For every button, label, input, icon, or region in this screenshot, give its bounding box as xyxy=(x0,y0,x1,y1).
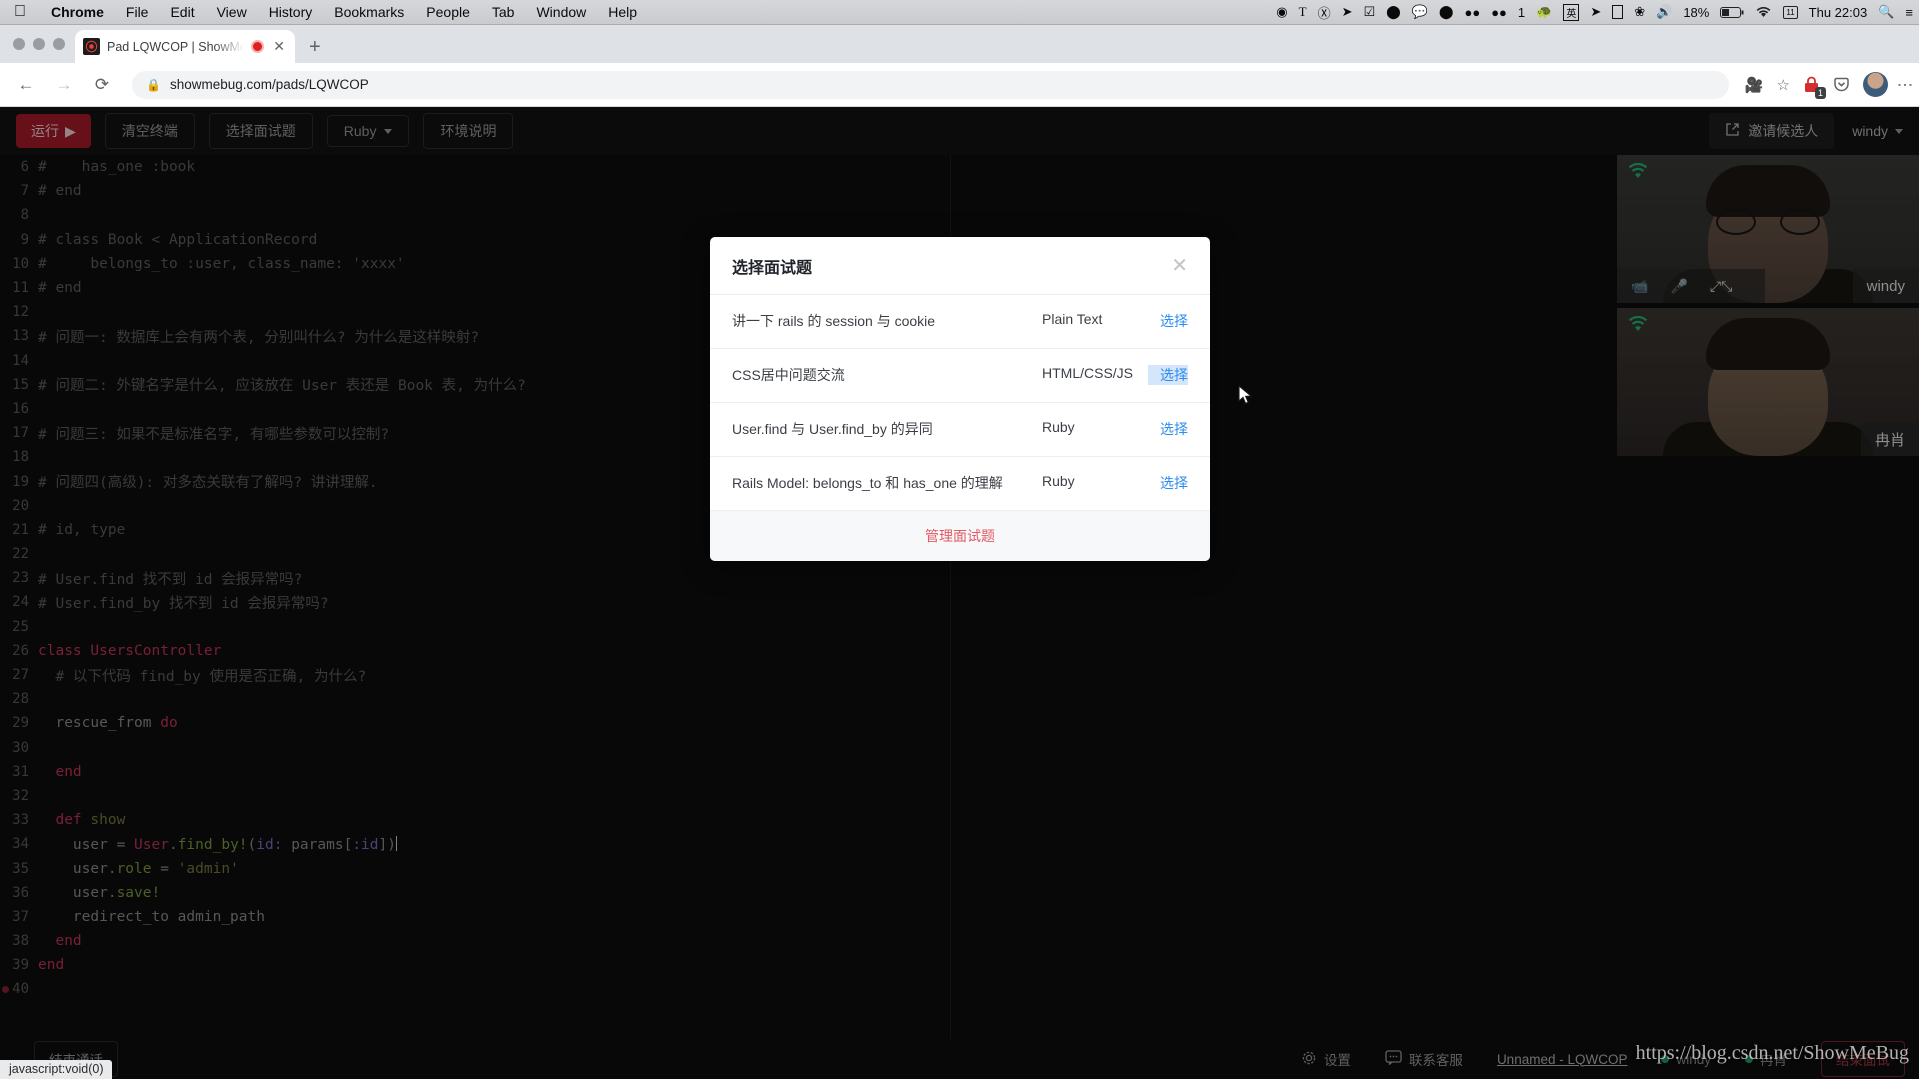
control-center-icon[interactable]: ≡ xyxy=(1905,5,1913,20)
evernote-icon[interactable]: 🐢 xyxy=(1536,4,1552,20)
clock-label[interactable]: Thu 22:03 xyxy=(1809,5,1868,20)
question-row[interactable]: 讲一下 rails 的 session 与 cookie Plain Text 选择 xyxy=(710,295,1210,349)
question-row[interactable]: Rails Model: belongs_to 和 has_one 的理解 Rub… xyxy=(710,457,1210,511)
showmebug-favicon: ⦿ xyxy=(83,38,100,55)
question-row[interactable]: User.find 与 User.find_by 的异同 Ruby 选择 xyxy=(710,403,1210,457)
question-name: 讲一下 rails 的 session 与 cookie xyxy=(732,313,936,329)
close-window-button[interactable] xyxy=(13,38,25,50)
profile-avatar[interactable] xyxy=(1863,72,1888,97)
wifi-icon[interactable] xyxy=(1755,6,1772,18)
menu-window[interactable]: Window xyxy=(525,4,597,20)
calendar-icon[interactable]: 11 xyxy=(1783,5,1798,19)
question-name: Rails Model: belongs_to 和 has_one 的理解 xyxy=(732,475,1003,491)
menu-bookmarks[interactable]: Bookmarks xyxy=(323,4,415,20)
menu-help[interactable]: Help xyxy=(597,4,648,20)
pocket-extension-icon[interactable] xyxy=(1833,76,1850,93)
wechat-work-icon[interactable]: ●● xyxy=(1491,5,1507,20)
video-cast-icon[interactable]: 🎥 xyxy=(1745,76,1764,94)
bluetooth-icon[interactable]: ❀ xyxy=(1634,4,1645,20)
text-tool-icon[interactable]: T xyxy=(1299,4,1307,20)
record-icon[interactable]: ◉ xyxy=(1276,4,1287,20)
chat-icon[interactable]: 💬 xyxy=(1412,4,1428,20)
browser-link-status: javascript:void(0) xyxy=(0,1060,113,1079)
drop-icon[interactable]: ⬤ xyxy=(1386,4,1401,20)
queue-count-label: 1 xyxy=(1517,4,1526,20)
minimize-window-button[interactable] xyxy=(33,38,45,50)
close-icon[interactable]: ✕ xyxy=(271,38,287,55)
menu-edit[interactable]: Edit xyxy=(159,4,205,20)
question-name: User.find 与 User.find_by 的异同 xyxy=(732,421,933,437)
menu-file[interactable]: File xyxy=(115,4,160,20)
manage-questions-link[interactable]: 管理面试题 xyxy=(925,528,995,544)
battery-icon[interactable] xyxy=(1720,6,1744,18)
dark-drop-icon[interactable]: ⬤ xyxy=(1439,4,1454,20)
kebab-menu-icon[interactable]: ⋮ xyxy=(1896,77,1913,93)
question-language: Ruby xyxy=(1042,473,1075,489)
cjk-input-icon[interactable]: 英 xyxy=(1563,3,1580,21)
browser-tab[interactable]: ⦿ Pad LQWCOP | ShowMeBu ✕ xyxy=(75,30,295,63)
pocket-casts-icon[interactable]: Ⓧ xyxy=(1318,3,1331,22)
maximize-window-button[interactable] xyxy=(53,38,65,50)
reload-icon[interactable]: ⟳ xyxy=(88,71,116,99)
recording-icon xyxy=(251,40,265,53)
forward-arrow-icon[interactable]: → xyxy=(50,71,78,99)
question-language: HTML/CSS/JS xyxy=(1042,365,1134,381)
select-question-modal: 选择面试题 ✕ 讲一下 rails 的 session 与 cookie Plai… xyxy=(710,237,1210,561)
question-language: Ruby xyxy=(1042,419,1075,435)
question-select-link[interactable]: 选择 xyxy=(1148,473,1188,493)
question-select-link[interactable]: 选择 xyxy=(1148,419,1188,439)
browser-tab-strip: ⦿ Pad LQWCOP | ShowMeBu ✕ + xyxy=(0,25,1919,63)
browser-tab-title: Pad LQWCOP | ShowMeBu xyxy=(107,39,245,54)
window-traffic-lights xyxy=(0,38,75,63)
modal-footer: 管理面试题 xyxy=(710,511,1210,561)
question-language: Plain Text xyxy=(1042,311,1103,327)
bookmark-star-icon[interactable]: ☆ xyxy=(1777,76,1790,94)
extension-badge-count: 1 xyxy=(1814,87,1826,99)
plus-icon[interactable]: + xyxy=(309,37,321,57)
watermark: https://blog.csdn.net/ShowMeBug xyxy=(1635,1042,1909,1064)
volume-icon[interactable]: 🔊 xyxy=(1656,4,1672,20)
close-icon[interactable]: ✕ xyxy=(1171,256,1188,276)
macos-status-icons: ◉ T Ⓧ ➤ ☑ ⬤ 💬 ⬤ ●● ●● 18% 1 🐢 英 ➤ ❀ 🔊 18… xyxy=(1276,0,1913,24)
menu-chrome[interactable]: Chrome xyxy=(40,4,115,20)
browser-toolbar-actions: 🎥 ☆ 1 ⋮ xyxy=(1745,72,1913,99)
question-select-link[interactable]: 选择 xyxy=(1148,311,1188,331)
back-arrow-icon[interactable]: ← xyxy=(12,71,40,99)
modal-header: 选择面试题 ✕ xyxy=(710,237,1210,295)
question-list: 讲一下 rails 的 session 与 cookie Plain Text 选择… xyxy=(710,295,1210,511)
telegram-icon[interactable]: ➤ xyxy=(1342,4,1353,20)
todoist-icon[interactable]: ☑ xyxy=(1364,4,1376,20)
macos-menu-bar:  Chrome File Edit View History Bookmark… xyxy=(0,0,1919,25)
paste-icon[interactable]: ➤ xyxy=(1590,4,1601,20)
browser-toolbar: ← → ⟳ 🔒 showmebug.com/pads/LQWCOP 🎥 ☆ 1 … xyxy=(0,63,1919,107)
menu-people[interactable]: People xyxy=(415,4,481,20)
question-name: CSS居中问题交流 xyxy=(732,367,845,383)
apple-icon[interactable]:  xyxy=(14,4,26,20)
lock-icon: 🔒 xyxy=(146,77,161,92)
mouse-cursor xyxy=(1238,385,1253,405)
modal-title: 选择面试题 xyxy=(732,260,813,277)
wechat-icon[interactable]: ●● xyxy=(1464,5,1480,20)
battery-percent-label: 18% xyxy=(1683,4,1710,20)
app-icon[interactable] xyxy=(1612,5,1624,19)
question-select-link[interactable]: 选择 xyxy=(1148,365,1188,385)
menu-view[interactable]: View xyxy=(206,4,258,20)
search-icon[interactable]: 🔍 xyxy=(1878,4,1894,20)
address-bar-url: showmebug.com/pads/LQWCOP xyxy=(169,77,369,92)
showmebug-app: 运行 ▶ 清空终端 选择面试题 Ruby 环境说明 邀请候选人 windy 6 … xyxy=(0,107,1919,1079)
lastpass-extension-icon[interactable]: 1 xyxy=(1803,76,1826,99)
address-bar[interactable]: 🔒 showmebug.com/pads/LQWCOP xyxy=(132,70,1729,99)
menu-tab[interactable]: Tab xyxy=(481,4,526,20)
menu-history[interactable]: History xyxy=(258,4,324,20)
question-row[interactable]: CSS居中问题交流 HTML/CSS/JS 选择 xyxy=(710,349,1210,403)
